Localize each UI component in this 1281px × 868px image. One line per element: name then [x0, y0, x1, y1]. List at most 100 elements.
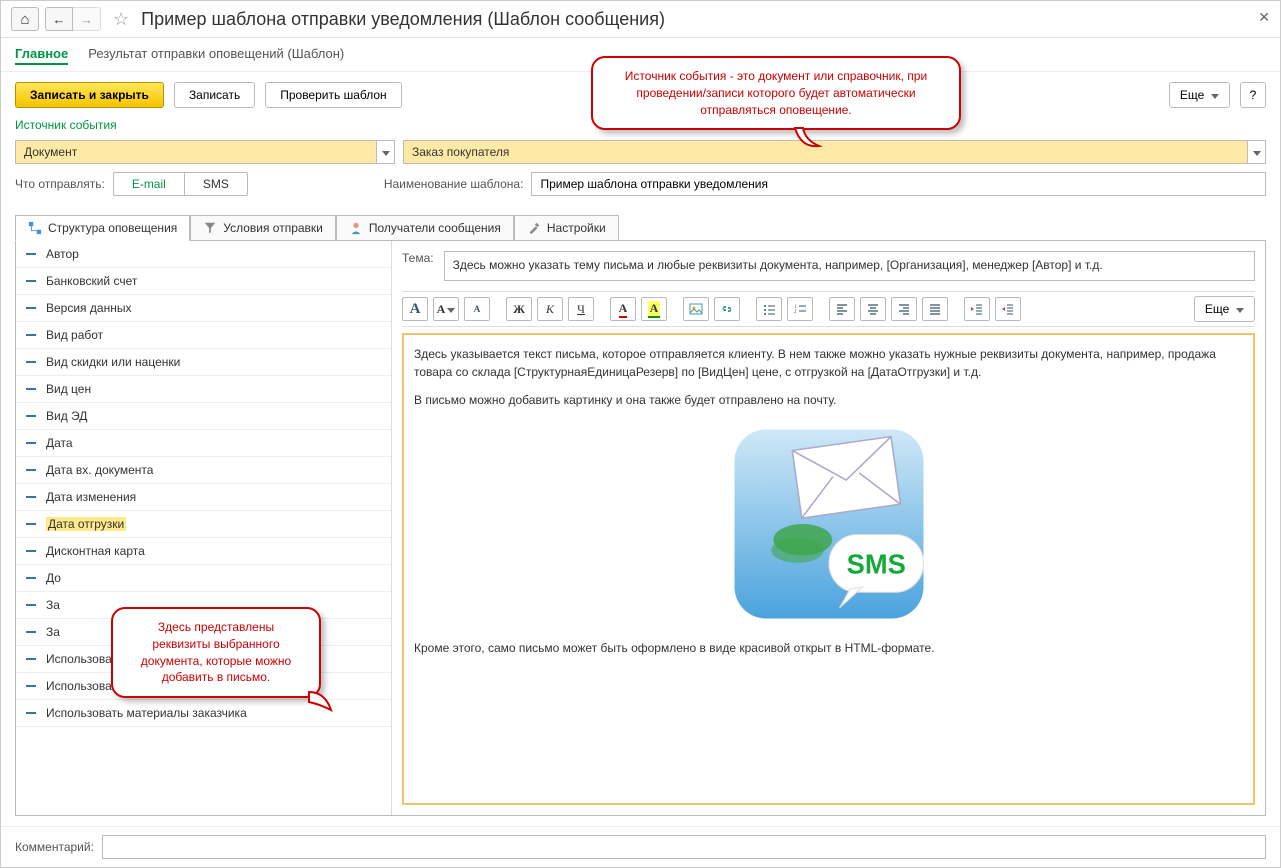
attribute-label: Автор: [46, 247, 79, 261]
align-center-icon[interactable]: [860, 297, 886, 321]
svg-text:2: 2: [794, 310, 797, 315]
template-name-input[interactable]: [531, 172, 1266, 196]
font-family-icon[interactable]: A: [433, 297, 459, 321]
attribute-label: Дата изменения: [46, 490, 136, 504]
attribute-label: Версия данных: [46, 301, 131, 315]
dash-icon: [26, 712, 36, 714]
chevron-down-icon[interactable]: [376, 141, 394, 163]
forward-button[interactable]: [73, 7, 101, 31]
source-object-dropdown[interactable]: Заказ покупателя: [403, 140, 1266, 164]
close-button[interactable]: ✕: [1258, 9, 1270, 26]
navtab-results[interactable]: Результат отправки оповещений (Шаблон): [88, 44, 344, 65]
more-button[interactable]: Еще: [1169, 82, 1230, 108]
attribute-label: До: [46, 571, 61, 585]
chevron-down-icon: [1211, 88, 1219, 102]
attribute-item[interactable]: Вид цен: [16, 376, 391, 403]
template-name-label: Наименование шаблона:: [384, 177, 524, 191]
save-button[interactable]: Записать: [174, 82, 255, 108]
editor-more-button[interactable]: Еще: [1194, 296, 1255, 322]
attribute-label: Вид скидки или наценки: [46, 355, 180, 369]
titlebar: ☆ Пример шаблона отправки уведомления (Ш…: [1, 1, 1280, 38]
underline-icon[interactable]: Ч: [568, 297, 594, 321]
attribute-item[interactable]: Вид ЭД: [16, 403, 391, 430]
tab-conditions[interactable]: Условия отправки: [190, 215, 336, 241]
home-button[interactable]: [11, 7, 39, 31]
attribute-item[interactable]: Дата изменения: [16, 484, 391, 511]
chevron-down-icon[interactable]: [1247, 141, 1265, 163]
list-bullet-icon[interactable]: [756, 297, 782, 321]
font-color-icon[interactable]: A: [610, 297, 636, 321]
font-size-down-icon[interactable]: A: [464, 297, 490, 321]
tab-structure[interactable]: Структура оповещения: [15, 215, 190, 241]
comment-input[interactable]: [102, 835, 1266, 859]
page-title: Пример шаблона отправки уведомления (Шаб…: [141, 9, 665, 30]
back-button[interactable]: [45, 7, 73, 31]
attribute-item[interactable]: Дата вх. документа: [16, 457, 391, 484]
align-left-icon[interactable]: [829, 297, 855, 321]
attribute-label: За: [46, 625, 60, 639]
dash-icon: [26, 307, 36, 309]
align-right-icon[interactable]: [891, 297, 917, 321]
attributes-tree[interactable]: Автор Банковский счет Версия данных Вид раб…: [16, 241, 392, 815]
dash-icon: [26, 604, 36, 606]
attribute-item[interactable]: Дисконтная карта: [16, 538, 391, 565]
attribute-label: Банковский счет: [46, 274, 137, 288]
callout-attributes: Здесь представлены реквизиты выбранного …: [111, 607, 321, 698]
attribute-label: Вид работ: [46, 328, 103, 342]
arrow-left-icon: [53, 12, 66, 27]
list-number-icon[interactable]: 12: [787, 297, 813, 321]
tab-settings[interactable]: Настройки: [514, 215, 619, 241]
attribute-item[interactable]: Дата: [16, 430, 391, 457]
help-button[interactable]: ?: [1240, 82, 1266, 108]
home-icon: [20, 11, 29, 28]
person-icon: [349, 221, 363, 235]
attribute-label: Вид ЭД: [46, 409, 87, 423]
send-label: Что отправлять:: [15, 177, 105, 191]
dash-icon: [26, 469, 36, 471]
insert-link-icon[interactable]: [714, 297, 740, 321]
dash-icon: [26, 685, 36, 687]
tab-recipients[interactable]: Получатели сообщения: [336, 215, 514, 241]
dash-icon: [26, 415, 36, 417]
svg-text:SMS: SMS: [846, 548, 905, 579]
attribute-item[interactable]: Вид работ: [16, 322, 391, 349]
segment-sms[interactable]: SMS: [184, 173, 247, 195]
attribute-item[interactable]: Вид скидки или наценки: [16, 349, 391, 376]
insert-image-icon[interactable]: [683, 297, 709, 321]
arrow-right-icon: [80, 12, 93, 27]
comment-label: Комментарий:: [15, 840, 94, 854]
dash-icon: [26, 334, 36, 336]
attribute-item[interactable]: Банковский счет: [16, 268, 391, 295]
save-close-button[interactable]: Записать и закрыть: [15, 82, 164, 108]
outdent-icon[interactable]: [964, 297, 990, 321]
dash-icon: [26, 577, 36, 579]
body-paragraph: Здесь указывается текст письма, которое …: [414, 345, 1243, 381]
editor-body[interactable]: Здесь указывается текст письма, которое …: [402, 333, 1255, 805]
align-justify-icon[interactable]: [922, 297, 948, 321]
source-type-value: Документ: [16, 145, 376, 159]
favorite-star-icon[interactable]: ☆: [107, 9, 135, 30]
attribute-item[interactable]: Версия данных: [16, 295, 391, 322]
segment-email[interactable]: E-mail: [114, 173, 184, 195]
italic-icon[interactable]: К: [537, 297, 563, 321]
dash-icon: [26, 388, 36, 390]
dash-icon: [26, 550, 36, 552]
navtab-main[interactable]: Главное: [15, 44, 68, 65]
subject-input[interactable]: Здесь можно указать тему письма и любые …: [444, 251, 1255, 281]
source-object-value: Заказ покупателя: [404, 145, 1247, 159]
dash-icon: [26, 658, 36, 660]
callout-tail-icon: [793, 126, 823, 150]
check-template-button[interactable]: Проверить шаблон: [265, 82, 401, 108]
bg-color-icon[interactable]: A: [641, 297, 667, 321]
body-paragraph: В письмо можно добавить картинку и она т…: [414, 391, 1243, 409]
attribute-item[interactable]: Дата отгрузки: [16, 511, 391, 538]
font-size-up-icon[interactable]: A: [402, 297, 428, 321]
indent-icon[interactable]: [995, 297, 1021, 321]
source-type-dropdown[interactable]: Документ: [15, 140, 395, 164]
filter-icon: [203, 221, 217, 235]
attribute-item[interactable]: До: [16, 565, 391, 592]
attribute-item[interactable]: Автор: [16, 241, 391, 268]
dash-icon: [26, 631, 36, 633]
sms-envelope-image: SMS: [724, 419, 934, 629]
bold-icon[interactable]: Ж: [506, 297, 532, 321]
